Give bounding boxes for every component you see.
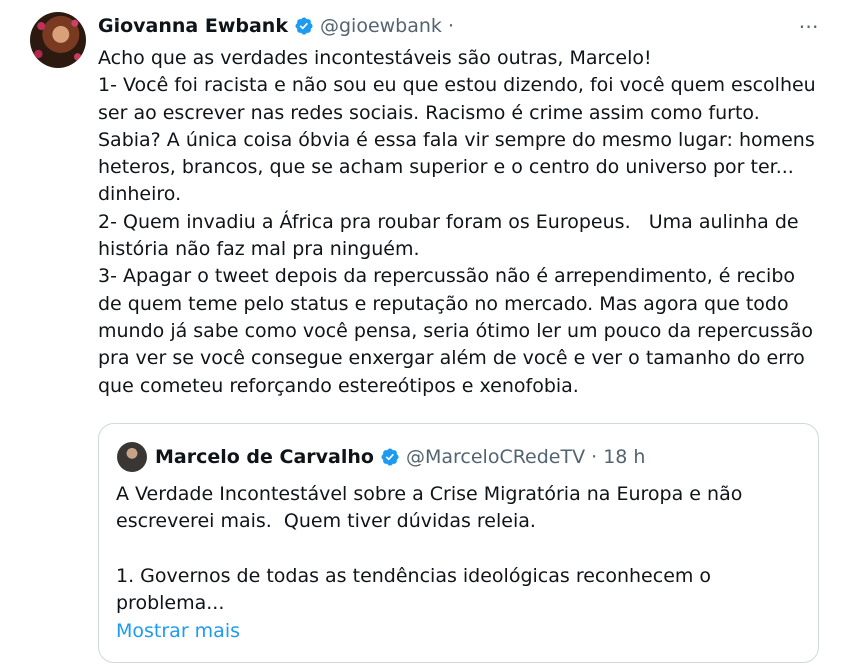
tweet-text-line: dinheiro. (98, 183, 182, 206)
tweet-text: Acho que as verdades incontestáveis são … (98, 45, 828, 400)
author-name[interactable]: Giovanna Ewbank (98, 15, 288, 37)
tweet-text-line: heteros, brancos, que se acham superior … (98, 156, 794, 179)
author-handle[interactable]: @gioewbank · (320, 15, 454, 37)
tweet-text-line: 3- Apagar o tweet depois da repercussão … (98, 265, 796, 288)
tweet-text-line: Acho que as verdades incontestáveis são … (98, 47, 652, 69)
show-more-link[interactable]: Mostrar mais (116, 620, 240, 642)
tweet-text-line: 2- Quem invadiu a África pra roubar fora… (98, 210, 799, 233)
tweet-text-line: que cometeu reforçando estereótipos e xe… (98, 374, 579, 397)
tweet-text-line: Sabia? A única coisa óbvia é essa fala v… (98, 128, 815, 151)
quoted-text-line: A Verdade Incontestável sobre a Crise Mi… (116, 483, 743, 505)
more-options-icon[interactable]: ⋯ (795, 14, 823, 38)
quoted-author-handle: @MarceloCRedeTV · 18 h (405, 446, 646, 468)
tweet-text-line: ser ao escrever nas redes sociais. Racis… (98, 101, 760, 124)
tweet-header: Giovanna Ewbank @gioewbank · (98, 11, 454, 41)
quoted-tweet-header: Marcelo de Carvalho @MarceloCRedeTV · 18… (155, 442, 645, 472)
quoted-tweet-text: A Verdade Incontestável sobre a Crise Mi… (116, 481, 806, 617)
tweet-text-line: mundo já sabe como você pensa, seria óti… (98, 319, 813, 342)
verified-badge-icon (381, 448, 399, 466)
author-avatar[interactable] (30, 12, 86, 68)
quoted-text-line (116, 536, 806, 563)
quoted-text-line: escreverei mais. Quem tiver dúvidas rele… (116, 510, 536, 533)
tweet-text-line: história não faz mal pra ninguém. (98, 238, 420, 261)
quoted-author-name: Marcelo de Carvalho (155, 446, 374, 468)
tweet: Giovanna Ewbank @gioewbank · ⋯ Acho que … (0, 0, 863, 665)
quoted-tweet[interactable]: Marcelo de Carvalho @MarceloCRedeTV · 18… (98, 423, 819, 663)
tweet-text-line: de quem teme pelo status e reputação no … (98, 292, 789, 315)
quoted-text-line: problema... (116, 591, 225, 614)
verified-badge-icon (295, 17, 313, 35)
quoted-text-line: 1. Governos de todas as tendências ideol… (116, 564, 712, 587)
tweet-text-line: 1- Você foi racista e não sou eu que est… (98, 74, 816, 97)
quoted-author-avatar (117, 442, 147, 472)
tweet-text-line: pra ver se você consegue enxergar além d… (98, 347, 805, 370)
